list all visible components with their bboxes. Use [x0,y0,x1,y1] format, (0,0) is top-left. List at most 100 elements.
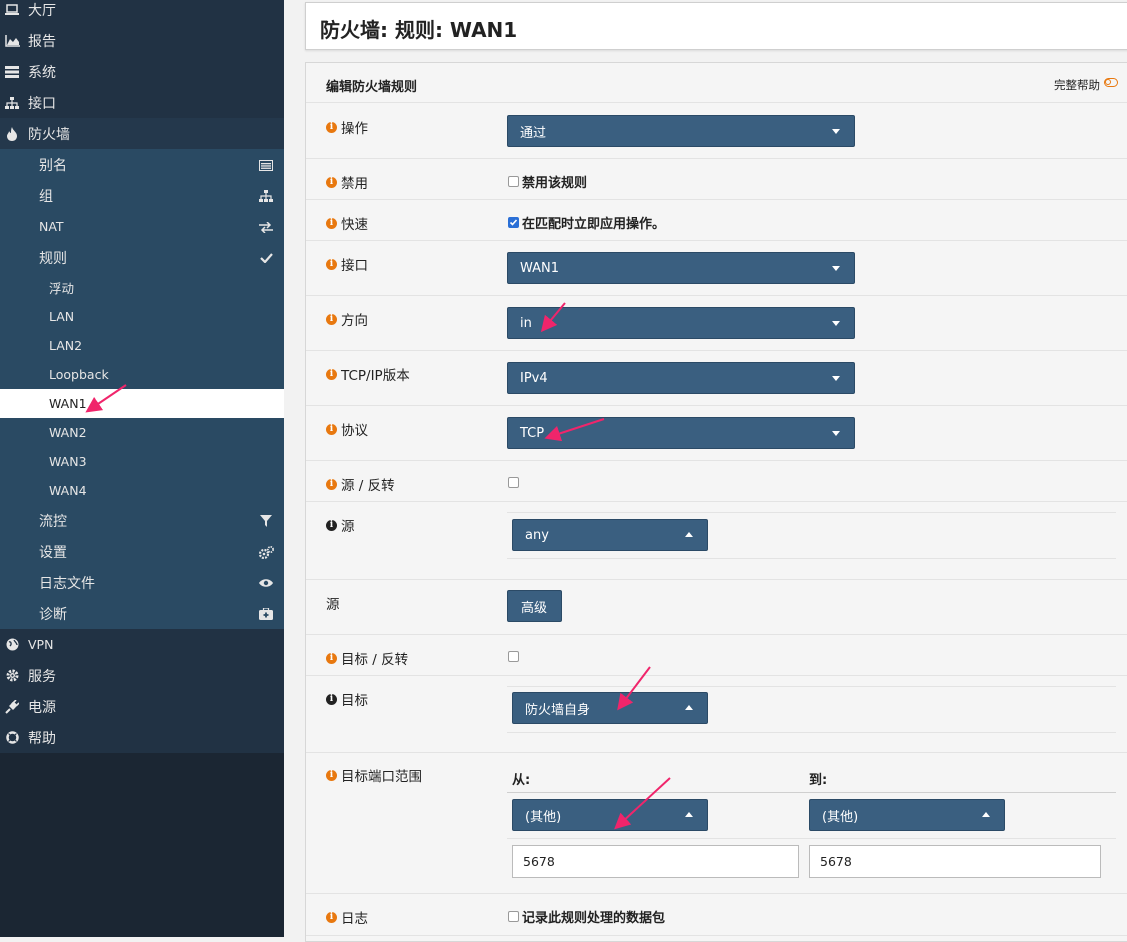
toggle-off-icon[interactable] [1104,78,1118,87]
sidebar-item-shaper[interactable]: 流控 [0,505,284,536]
direction-select[interactable]: in [507,307,855,339]
disable-rule-checkbox[interactable] [508,176,519,187]
source-invert-checkbox[interactable] [508,477,519,488]
sidebar: 大厅 报告 系统 接口 防火墙 别名 组 NAT 规则 浮动 LAN LAN2 … [0,0,284,937]
sidebar-item-system[interactable]: 系统 [0,56,284,87]
select-value: TCP [520,425,545,441]
row-disabled: i 禁用 禁用该规则 [306,159,1127,200]
sidebar-rule-wan2[interactable]: WAN2 [0,418,284,447]
laptop-icon [4,2,20,18]
action-label: 操作 [341,121,368,137]
area-chart-icon [4,33,20,49]
divider [507,732,1116,733]
info-icon[interactable]: i [326,217,337,229]
port-to-input[interactable]: 5678 [809,845,1101,878]
port-from-input[interactable]: 5678 [512,845,799,878]
interface-select[interactable]: WAN1 [507,252,855,284]
sidebar-item-logfiles[interactable]: 日志文件 [0,567,284,598]
quick-label: 快速 [341,217,368,233]
quick-checkbox[interactable] [508,217,519,228]
page-header: 防火墙: 规则: WAN1 [305,2,1127,50]
info-icon[interactable]: i [326,519,337,531]
info-icon[interactable]: i [326,423,337,435]
info-icon[interactable]: i [326,911,337,923]
filter-icon [258,513,274,529]
sidebar-item-label: 诊断 [39,606,67,623]
sitemap-icon [258,188,274,204]
ipversion-label: TCP/IP版本 [341,368,410,384]
source-invert-label: 源 / 反转 [341,478,395,494]
sidebar-item-label: 日志文件 [39,575,95,592]
protocol-select[interactable]: TCP [507,417,855,449]
sidebar-item-label: WAN4 [49,483,87,498]
sidebar-item-firewall[interactable]: 防火墙 [0,118,284,149]
info-icon[interactable]: i [326,478,337,490]
source-select[interactable]: any [512,519,708,551]
sidebar-rule-floating[interactable]: 浮动 [0,273,284,302]
ipversion-select[interactable]: IPv4 [507,362,855,394]
select-value: WAN1 [520,260,560,276]
sidebar-item-groups[interactable]: 组 [0,180,284,211]
disabled-label: 禁用 [341,176,368,192]
section-title: 编辑防火墙规则 [326,80,418,95]
row-direction: i 方向 in [306,296,1127,351]
info-icon[interactable]: i [326,313,337,325]
port-from-select[interactable]: (其他) [512,799,708,831]
info-icon[interactable]: i [326,258,337,270]
direction-label: 方向 [341,313,368,329]
quick-text: 在匹配时立即应用操作。 [522,217,666,232]
sidebar-rule-lan[interactable]: LAN [0,302,284,331]
row-ipversion: i TCP/IP版本 IPv4 [306,351,1127,406]
server-icon [4,64,20,80]
page-title: 防火墙: 规则: WAN1 [320,18,518,42]
sidebar-item-lobby[interactable]: 大厅 [0,0,284,25]
select-value: 防火墙自身 [525,702,591,718]
sidebar-item-vpn[interactable]: VPN [0,629,284,660]
advanced-button[interactable]: 高级 [507,590,562,622]
info-icon[interactable]: i [326,121,337,133]
sidebar-item-settings[interactable]: 设置 [0,536,284,567]
sidebar-rule-wan4[interactable]: WAN4 [0,476,284,505]
action-select[interactable]: 通过 [507,115,855,147]
row-destination: i 目标 防火墙自身 [306,676,1127,753]
divider [507,512,1116,513]
sidebar-item-reports[interactable]: 报告 [0,25,284,56]
sidebar-item-nat[interactable]: NAT [0,211,284,242]
port-to-label: 到: [809,773,828,788]
row-dest-invert: i 目标 / 反转 [306,635,1127,676]
port-to-select[interactable]: (其他) [809,799,1005,831]
info-icon[interactable]: i [326,176,337,188]
dest-invert-checkbox[interactable] [508,651,519,662]
sidebar-rule-loopback[interactable]: Loopback [0,360,284,389]
destination-select[interactable]: 防火墙自身 [512,692,708,724]
sidebar-item-help[interactable]: 帮助 [0,722,284,753]
log-checkbox[interactable] [508,911,519,922]
sidebar-item-label: 帮助 [28,730,56,747]
select-value: (其他) [525,809,562,825]
sidebar-item-rules[interactable]: 规则 [0,242,284,273]
sidebar-item-label: NAT [39,219,64,234]
full-help-label[interactable]: 完整帮助 [1054,77,1100,93]
sidebar-item-services[interactable]: 服务 [0,660,284,691]
info-icon[interactable]: i [326,368,337,380]
sidebar-item-label: LAN2 [49,338,83,353]
info-icon[interactable]: i [326,652,337,664]
sidebar-rule-wan3[interactable]: WAN3 [0,447,284,476]
sidebar-item-diagnostics[interactable]: 诊断 [0,598,284,629]
sidebar-item-label: Loopback [49,367,109,382]
sidebar-item-aliases[interactable]: 别名 [0,149,284,180]
row-log: i 日志 记录此规则处理的数据包 [306,894,1127,936]
row-source: i源 any [306,502,1127,580]
source-advanced-label: 源 [326,597,340,613]
info-icon[interactable]: i [326,769,337,781]
sidebar-rule-lan2[interactable]: LAN2 [0,331,284,360]
divider [507,838,1116,839]
sidebar-item-label: 电源 [28,699,56,716]
sidebar-item-label: 报告 [28,33,56,50]
info-icon[interactable]: i [326,693,337,705]
sidebar-item-interfaces[interactable]: 接口 [0,87,284,118]
sidebar-item-power[interactable]: 电源 [0,691,284,722]
sidebar-item-label: VPN [28,637,54,652]
caret-down-icon [832,376,840,381]
sidebar-rule-wan1[interactable]: WAN1 [0,389,284,418]
